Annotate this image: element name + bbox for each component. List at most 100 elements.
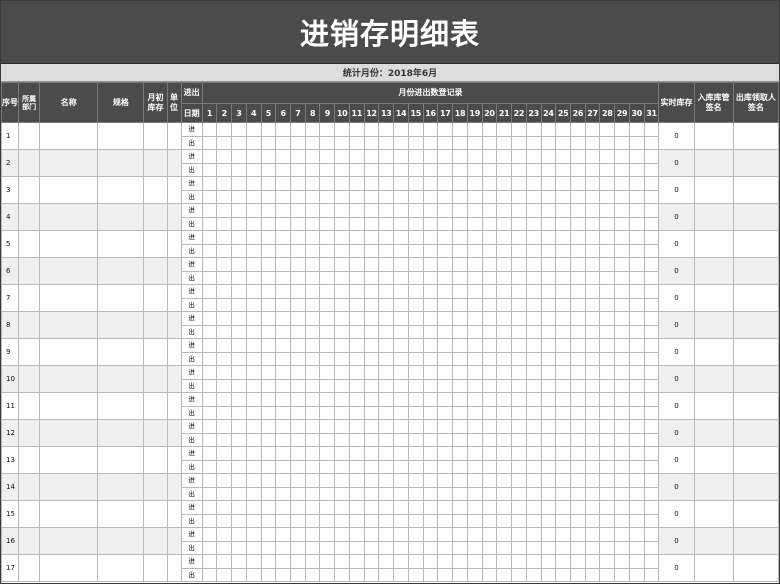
day-cell[interactable] <box>540 243 557 258</box>
day-cell[interactable] <box>643 378 660 393</box>
day-cell[interactable] <box>511 189 527 204</box>
day-cell[interactable] <box>290 216 306 231</box>
day-cell[interactable] <box>245 176 262 191</box>
day-cell[interactable] <box>511 459 527 474</box>
day-cell[interactable] <box>584 216 601 231</box>
day-cell[interactable] <box>245 446 262 461</box>
day-cell[interactable] <box>555 473 571 488</box>
day-cell[interactable] <box>481 419 498 434</box>
day-cell[interactable] <box>245 257 262 272</box>
day-cell[interactable] <box>540 230 557 245</box>
dept-cell[interactable] <box>18 122 41 150</box>
day-cell[interactable] <box>540 176 557 191</box>
day-cell[interactable] <box>334 230 350 245</box>
day-cell[interactable] <box>334 270 350 285</box>
day-cell[interactable] <box>599 500 616 515</box>
day-cell[interactable] <box>393 365 409 380</box>
name-cell[interactable] <box>39 311 99 339</box>
day-cell[interactable] <box>569 419 586 434</box>
day-cell[interactable] <box>422 446 439 461</box>
day-cell[interactable] <box>231 338 247 353</box>
unit-cell[interactable] <box>166 311 182 339</box>
day-cell[interactable] <box>496 297 513 312</box>
in-sign-cell[interactable] <box>693 203 734 231</box>
day-cell[interactable] <box>511 567 527 582</box>
day-cell[interactable] <box>628 554 645 569</box>
day-cell[interactable] <box>525 392 542 407</box>
day-cell[interactable] <box>555 270 571 285</box>
day-cell[interactable] <box>525 338 542 353</box>
day-cell[interactable] <box>481 203 498 218</box>
day-cell[interactable] <box>569 351 586 366</box>
day-cell[interactable] <box>393 203 409 218</box>
day-cell[interactable] <box>245 189 262 204</box>
day-cell[interactable] <box>540 297 557 312</box>
day-cell[interactable] <box>216 446 233 461</box>
day-cell[interactable] <box>304 365 321 380</box>
day-cell[interactable] <box>201 500 218 515</box>
day-cell[interactable] <box>290 230 306 245</box>
day-cell[interactable] <box>275 162 292 177</box>
day-cell[interactable] <box>348 216 365 231</box>
day-cell[interactable] <box>511 392 527 407</box>
day-cell[interactable] <box>496 378 513 393</box>
day-cell[interactable] <box>511 473 527 488</box>
day-cell[interactable] <box>614 122 630 137</box>
day-cell[interactable] <box>584 554 601 569</box>
day-cell[interactable] <box>569 473 586 488</box>
day-cell[interactable] <box>614 419 630 434</box>
day-cell[interactable] <box>304 513 321 528</box>
day-cell[interactable] <box>511 365 527 380</box>
dept-cell[interactable] <box>18 473 41 501</box>
day-cell[interactable] <box>393 527 409 542</box>
day-cell[interactable] <box>422 554 439 569</box>
day-cell[interactable] <box>555 527 571 542</box>
day-cell[interactable] <box>407 365 424 380</box>
day-cell[interactable] <box>511 311 527 326</box>
day-cell[interactable] <box>216 149 233 164</box>
out-sign-cell[interactable] <box>732 230 779 258</box>
day-cell[interactable] <box>452 189 468 204</box>
day-cell[interactable] <box>393 135 409 150</box>
day-cell[interactable] <box>245 351 262 366</box>
day-cell[interactable] <box>348 257 365 272</box>
in-sign-cell[interactable] <box>693 500 734 528</box>
day-cell[interactable] <box>511 554 527 569</box>
day-cell[interactable] <box>584 351 601 366</box>
day-cell[interactable] <box>481 486 498 501</box>
day-cell[interactable] <box>319 486 336 501</box>
day-cell[interactable] <box>452 486 468 501</box>
spec-cell[interactable] <box>97 203 145 231</box>
day-cell[interactable] <box>348 459 365 474</box>
name-cell[interactable] <box>39 176 99 204</box>
day-cell[interactable] <box>201 270 218 285</box>
day-cell[interactable] <box>437 149 454 164</box>
day-cell[interactable] <box>584 338 601 353</box>
out-sign-cell[interactable] <box>732 419 779 447</box>
day-cell[interactable] <box>319 500 336 515</box>
day-cell[interactable] <box>584 203 601 218</box>
day-cell[interactable] <box>466 392 483 407</box>
day-cell[interactable] <box>216 270 233 285</box>
day-cell[interactable] <box>599 392 616 407</box>
day-cell[interactable] <box>584 230 601 245</box>
day-cell[interactable] <box>319 392 336 407</box>
day-cell[interactable] <box>584 446 601 461</box>
day-cell[interactable] <box>275 378 292 393</box>
day-cell[interactable] <box>275 351 292 366</box>
day-cell[interactable] <box>231 500 247 515</box>
dept-cell[interactable] <box>18 446 41 474</box>
day-cell[interactable] <box>407 135 424 150</box>
day-cell[interactable] <box>481 500 498 515</box>
unit-cell[interactable] <box>166 257 182 285</box>
day-cell[interactable] <box>525 419 542 434</box>
day-cell[interactable] <box>378 270 395 285</box>
day-cell[interactable] <box>378 419 395 434</box>
unit-cell[interactable] <box>166 122 182 150</box>
day-cell[interactable] <box>437 459 454 474</box>
day-cell[interactable] <box>334 203 350 218</box>
unit-cell[interactable] <box>166 365 182 393</box>
day-cell[interactable] <box>393 324 409 339</box>
day-cell[interactable] <box>511 230 527 245</box>
day-cell[interactable] <box>378 122 395 137</box>
